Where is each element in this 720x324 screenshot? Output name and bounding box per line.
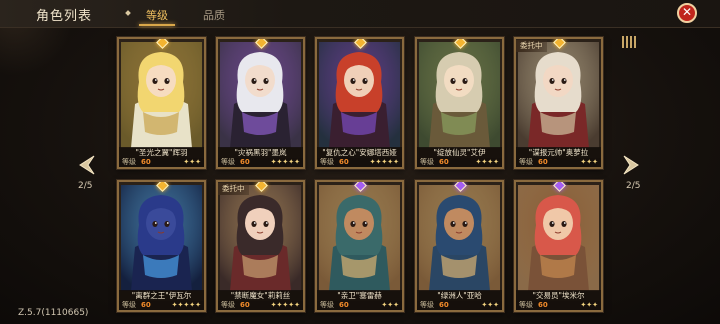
character-name: "绽放仙灵"艾伊 xyxy=(417,147,502,158)
character-card[interactable]: "离群之王"伊瓦尔 等级 60 ✦✦✦✦✦ xyxy=(117,180,206,312)
character-card[interactable]: "圣光之翼"辉羽 等级 60 ✦✦✦ xyxy=(117,37,206,169)
level-label: 等级 xyxy=(122,301,136,309)
level-label: 等级 xyxy=(420,158,434,166)
level-bar: 等级 60 ✦✦✦ xyxy=(317,301,402,310)
star-rating: ✦✦✦ xyxy=(580,301,598,309)
level-bar: 等级 60 ✦✦✦✦✦ xyxy=(317,158,402,167)
character-name: "灾祸黑羽"墨岚 xyxy=(218,147,303,158)
character-portrait xyxy=(319,42,400,148)
level-value: 60 xyxy=(439,158,449,166)
star-rating: ✦✦✦ xyxy=(481,301,499,309)
level-value: 60 xyxy=(339,158,349,166)
status-badge: 委托中 xyxy=(218,183,249,195)
level-bar: 等级 60 ✦✦✦ xyxy=(516,301,601,310)
character-portrait xyxy=(220,185,301,291)
character-portrait-art xyxy=(121,185,202,291)
character-card[interactable]: 委托中 "谍报元帅"奥萝拉 等级 60 ✦✦✦ xyxy=(514,37,603,169)
character-card[interactable]: "灾祸黑羽"墨岚 等级 60 ✦✦✦✦✦ xyxy=(216,37,305,169)
level-value: 60 xyxy=(339,301,349,309)
character-portrait-art xyxy=(518,42,599,148)
star-rating: ✦✦✦ xyxy=(183,158,201,166)
level-label: 等级 xyxy=(519,158,533,166)
level-label: 等级 xyxy=(221,301,235,309)
character-portrait xyxy=(220,42,301,148)
level-value: 60 xyxy=(141,301,151,309)
character-portrait-art xyxy=(419,185,500,291)
status-badge: 委托中 xyxy=(516,40,547,52)
level-bar: 等级 60 ✦✦✦✦✦ xyxy=(119,301,204,310)
level-label: 等级 xyxy=(122,158,136,166)
level-label: 等级 xyxy=(320,158,334,166)
character-card[interactable]: "复仇之心"安娜塔西娅 等级 60 ✦✦✦✦✦ xyxy=(315,37,404,169)
character-name: "绿洲人"亚哈 xyxy=(417,290,502,301)
version-label: Z.5.7(1110665) xyxy=(18,308,89,318)
level-bar: 等级 60 ✦✦✦ xyxy=(417,301,502,310)
level-label: 等级 xyxy=(420,301,434,309)
character-portrait-art xyxy=(518,185,599,291)
character-card[interactable]: "交易员"埃米尔 等级 60 ✦✦✦ xyxy=(514,180,603,312)
character-name: "亲卫"塞雷赫 xyxy=(317,290,402,301)
character-name: "谍报元帅"奥萝拉 xyxy=(516,147,601,158)
character-card[interactable]: 委托中 "禁断魔女"莉莉丝 等级 60 ✦✦✦✦✦ xyxy=(216,180,305,312)
level-label: 等级 xyxy=(221,158,235,166)
character-name: "交易员"埃米尔 xyxy=(516,290,601,301)
character-grid: "圣光之翼"辉羽等级60✦✦✦ "灾祸黑羽"墨岚等级60✦✦✦✦✦ xyxy=(0,0,720,324)
star-rating: ✦✦✦ xyxy=(381,301,399,309)
character-portrait xyxy=(121,185,202,291)
level-bar: 等级 60 ✦✦✦ xyxy=(516,158,601,167)
character-portrait-art xyxy=(319,185,400,291)
star-rating: ✦✦✦✦✦ xyxy=(171,301,201,309)
level-label: 等级 xyxy=(320,301,334,309)
character-name: "圣光之翼"辉羽 xyxy=(119,147,204,158)
star-rating: ✦✦✦✦ xyxy=(475,158,499,166)
level-label: 等级 xyxy=(519,301,533,309)
level-bar: 等级 60 ✦✦✦✦ xyxy=(417,158,502,167)
star-rating: ✦✦✦ xyxy=(580,158,598,166)
character-card[interactable]: "绿洲人"亚哈 等级 60 ✦✦✦ xyxy=(415,180,504,312)
star-rating: ✦✦✦✦✦ xyxy=(270,301,300,309)
level-value: 60 xyxy=(240,158,250,166)
level-bar: 等级 60 ✦✦✦✦✦ xyxy=(218,158,303,167)
character-portrait xyxy=(319,185,400,291)
character-portrait-art xyxy=(419,42,500,148)
level-value: 60 xyxy=(240,301,250,309)
character-portrait xyxy=(518,185,599,291)
character-portrait xyxy=(121,42,202,148)
level-value: 60 xyxy=(439,301,449,309)
character-portrait xyxy=(518,42,599,148)
character-portrait-art xyxy=(319,42,400,148)
level-value: 60 xyxy=(538,301,548,309)
character-name: "复仇之心"安娜塔西娅 xyxy=(317,147,402,158)
character-card[interactable]: "绽放仙灵"艾伊 等级 60 ✦✦✦✦ xyxy=(415,37,504,169)
character-portrait-art xyxy=(220,185,301,291)
character-portrait xyxy=(419,42,500,148)
star-rating: ✦✦✦✦✦ xyxy=(270,158,300,166)
level-value: 60 xyxy=(141,158,151,166)
level-bar: 等级 60 ✦✦✦✦✦ xyxy=(218,301,303,310)
level-bar: 等级 60 ✦✦✦ xyxy=(119,158,204,167)
character-portrait xyxy=(419,185,500,291)
character-name: "离群之王"伊瓦尔 xyxy=(119,290,204,301)
character-portrait-art xyxy=(121,42,202,148)
level-value: 60 xyxy=(538,158,548,166)
character-portrait-art xyxy=(220,42,301,148)
character-name: "禁断魔女"莉莉丝 xyxy=(218,290,303,301)
star-rating: ✦✦✦✦✦ xyxy=(369,158,399,166)
character-card[interactable]: "亲卫"塞雷赫 等级 60 ✦✦✦ xyxy=(315,180,404,312)
